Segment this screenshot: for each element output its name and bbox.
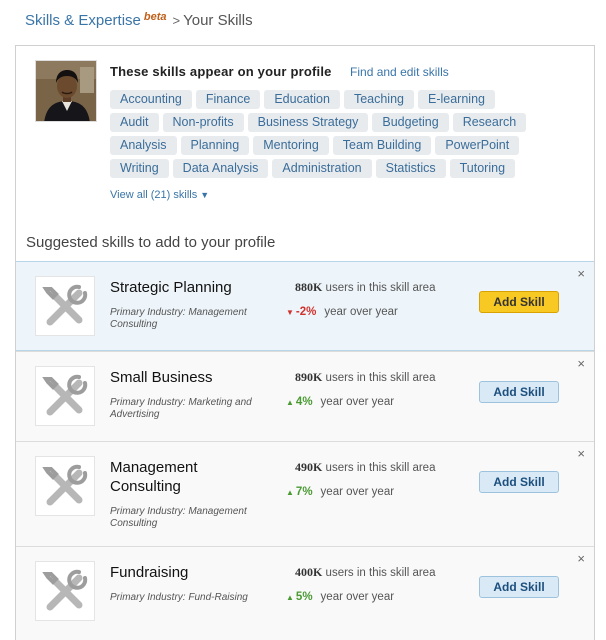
suggested-skill-card: Fundraising Primary Industry: Fund-Raisi… bbox=[16, 546, 594, 640]
skill-tag-list: Accounting Finance Education Teaching E-lear… bbox=[110, 90, 570, 182]
skill-tag[interactable]: Budgeting bbox=[372, 113, 449, 132]
skill-tag[interactable]: PowerPoint bbox=[435, 136, 520, 155]
suggested-skills-heading: Suggested skills to add to your profile bbox=[26, 234, 276, 251]
skill-tag[interactable]: Mentoring bbox=[253, 136, 329, 155]
skill-users-stat: 400K users in this skill area bbox=[295, 565, 435, 580]
skill-tag[interactable]: Business Strategy bbox=[247, 113, 369, 132]
close-icon[interactable]: × bbox=[577, 446, 585, 461]
skill-users-stat: 490K users in this skill area bbox=[295, 460, 435, 475]
skill-tag[interactable]: Data Analysis bbox=[172, 159, 269, 178]
skill-tag[interactable]: Non-profits bbox=[162, 113, 244, 132]
suggested-skill-name[interactable]: Fundraising bbox=[110, 563, 250, 582]
profile-skills-title: These skills appear on your profile bbox=[110, 64, 332, 79]
tools-icon bbox=[35, 366, 95, 426]
yoy-trend: ▼ -2% year over year bbox=[286, 306, 398, 318]
suggested-skill-card: Strategic Planning Primary Industry: Man… bbox=[16, 261, 594, 351]
add-skill-button[interactable]: Add Skill bbox=[479, 291, 559, 313]
suggested-skill-name[interactable]: Small Business bbox=[110, 368, 250, 387]
close-icon[interactable]: × bbox=[577, 356, 585, 371]
users-count: 490K bbox=[295, 460, 323, 474]
yoy-trend: ▲ 5% year over year bbox=[286, 591, 394, 603]
suggested-skill-name[interactable]: Strategic Planning bbox=[110, 278, 250, 297]
primary-industry: Primary Industry: Management Consulting bbox=[110, 506, 247, 529]
tools-icon bbox=[35, 456, 95, 516]
primary-industry: Primary Industry: Fund-Raising bbox=[110, 592, 248, 603]
users-label: users in this skill area bbox=[325, 372, 436, 384]
caret-down-icon: ▼ bbox=[200, 190, 210, 200]
breadcrumb-separator: > bbox=[172, 13, 181, 28]
beta-badge: beta bbox=[143, 11, 167, 23]
view-all-skills-link[interactable]: View all (21) skills ▼ bbox=[110, 189, 209, 201]
skill-tag[interactable]: Tutoring bbox=[449, 159, 516, 178]
yoy-change: 7% bbox=[295, 486, 313, 498]
suggested-skill-card: Management Consulting Primary Industry: … bbox=[16, 441, 594, 546]
yoy-label: year over year bbox=[324, 306, 398, 318]
suggested-skill-card: Small Business Primary Industry: Marketi… bbox=[16, 351, 594, 441]
profile-avatar bbox=[35, 60, 97, 122]
skill-tag-row: Analysis Planning Mentoring Team Building Po… bbox=[110, 136, 570, 159]
yoy-trend: ▲ 4% year over year bbox=[286, 396, 394, 408]
tools-icon bbox=[35, 561, 95, 621]
skill-tag[interactable]: Administration bbox=[272, 159, 372, 178]
skill-users-stat: 890K users in this skill area bbox=[295, 370, 435, 385]
yoy-change: 4% bbox=[295, 396, 313, 408]
close-icon[interactable]: × bbox=[577, 551, 585, 566]
users-count: 890K bbox=[295, 370, 323, 384]
triangle-down-icon: ▼ bbox=[286, 308, 294, 317]
skill-tag[interactable]: Planning bbox=[180, 136, 250, 155]
add-skill-button[interactable]: Add Skill bbox=[479, 381, 559, 403]
skill-tag[interactable]: Teaching bbox=[343, 90, 414, 109]
users-label: users in this skill area bbox=[325, 567, 436, 579]
users-count: 880K bbox=[295, 280, 323, 294]
skill-tag[interactable]: Analysis bbox=[110, 136, 177, 155]
skill-tag[interactable]: Statistics bbox=[375, 159, 446, 178]
skill-tag[interactable]: Accounting bbox=[110, 90, 192, 109]
primary-industry: Primary Industry: Marketing and Advertis… bbox=[110, 397, 252, 420]
yoy-label: year over year bbox=[320, 591, 395, 603]
skill-tag[interactable]: Team Building bbox=[332, 136, 432, 155]
skills-panel: These skills appear on your profile Find… bbox=[15, 45, 595, 640]
close-icon[interactable]: × bbox=[577, 266, 585, 281]
skill-tag[interactable]: E-learning bbox=[418, 90, 495, 109]
view-all-skills-label: View all (21) skills bbox=[110, 189, 198, 201]
users-label: users in this skill area bbox=[325, 282, 436, 294]
yoy-label: year over year bbox=[320, 396, 395, 408]
breadcrumb-skills-link[interactable]: Skills & Expertise bbox=[25, 12, 141, 29]
users-count: 400K bbox=[295, 565, 323, 579]
tools-icon bbox=[35, 276, 95, 336]
add-skill-button[interactable]: Add Skill bbox=[479, 471, 559, 493]
skill-users-stat: 880K users in this skill area bbox=[295, 280, 435, 295]
yoy-label: year over year bbox=[320, 486, 395, 498]
yoy-change: 5% bbox=[295, 591, 313, 603]
primary-industry: Primary Industry: Management Consulting bbox=[110, 307, 247, 330]
skill-tag[interactable]: Writing bbox=[110, 159, 169, 178]
find-and-edit-skills-link[interactable]: Find and edit skills bbox=[350, 65, 449, 79]
skill-tag-row: Accounting Finance Education Teaching E-lear… bbox=[110, 90, 570, 113]
suggested-skill-name[interactable]: Management Consulting bbox=[110, 458, 250, 496]
yoy-trend: ▲ 7% year over year bbox=[286, 486, 394, 498]
triangle-up-icon: ▲ bbox=[286, 398, 294, 407]
add-skill-button[interactable]: Add Skill bbox=[479, 576, 559, 598]
skill-tag-row: Writing Data Analysis Administration Statis… bbox=[110, 159, 570, 182]
skill-tag[interactable]: Finance bbox=[195, 90, 261, 109]
skill-tag[interactable]: Audit bbox=[110, 113, 159, 132]
users-label: users in this skill area bbox=[325, 462, 436, 474]
skill-tag-row: Audit Non-profits Business Strategy Budgeti… bbox=[110, 113, 570, 136]
avatar-image bbox=[36, 61, 96, 121]
yoy-change: -2% bbox=[295, 306, 317, 318]
triangle-up-icon: ▲ bbox=[286, 488, 294, 497]
triangle-up-icon: ▲ bbox=[286, 593, 294, 602]
breadcrumb-current: Your Skills bbox=[183, 12, 253, 29]
breadcrumb: Skills & Expertise beta > Your Skills bbox=[25, 11, 253, 29]
skill-tag[interactable]: Education bbox=[264, 90, 340, 109]
profile-skills-heading: These skills appear on your profile Find… bbox=[110, 63, 449, 81]
skill-tag[interactable]: Research bbox=[452, 113, 527, 132]
